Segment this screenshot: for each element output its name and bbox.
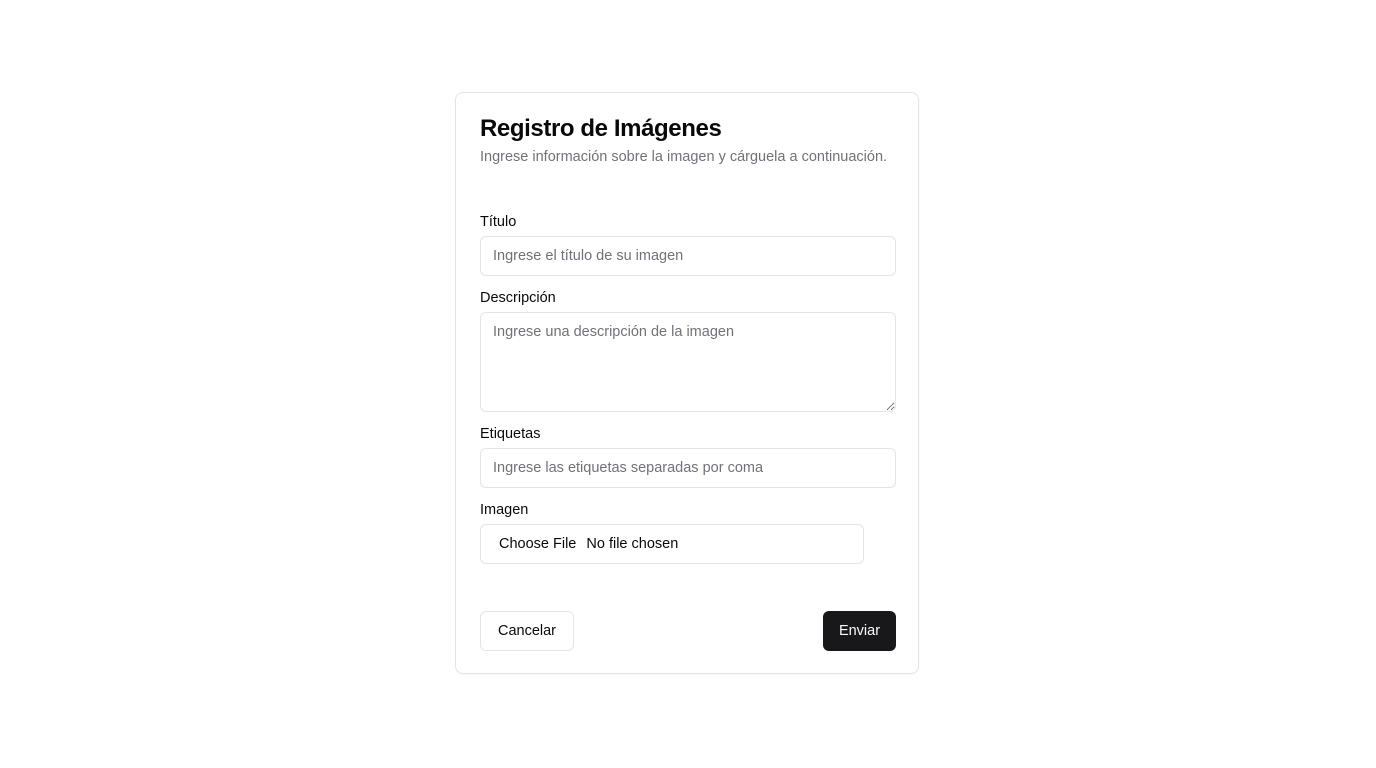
card-title: Registro de Imágenes bbox=[480, 115, 722, 142]
title-label: Título bbox=[480, 214, 517, 230]
image-file-input[interactable]: Choose File No file chosen bbox=[480, 524, 864, 564]
image-label: Imagen bbox=[480, 502, 529, 518]
card-description: Ingrese información sobre la imagen y cá… bbox=[480, 149, 888, 165]
tags-label: Etiquetas bbox=[480, 426, 541, 442]
file-status-text: No file chosen bbox=[586, 536, 679, 552]
title-input[interactable] bbox=[480, 236, 896, 276]
submit-button[interactable]: Enviar bbox=[823, 611, 896, 651]
image-registration-card: Registro de Imágenes Ingrese información… bbox=[455, 92, 919, 674]
description-label: Descripción bbox=[480, 290, 556, 306]
cancel-button[interactable]: Cancelar bbox=[480, 611, 574, 651]
description-textarea[interactable] bbox=[480, 312, 896, 412]
choose-file-button[interactable]: Choose File bbox=[499, 536, 576, 552]
tags-input[interactable] bbox=[480, 448, 896, 488]
